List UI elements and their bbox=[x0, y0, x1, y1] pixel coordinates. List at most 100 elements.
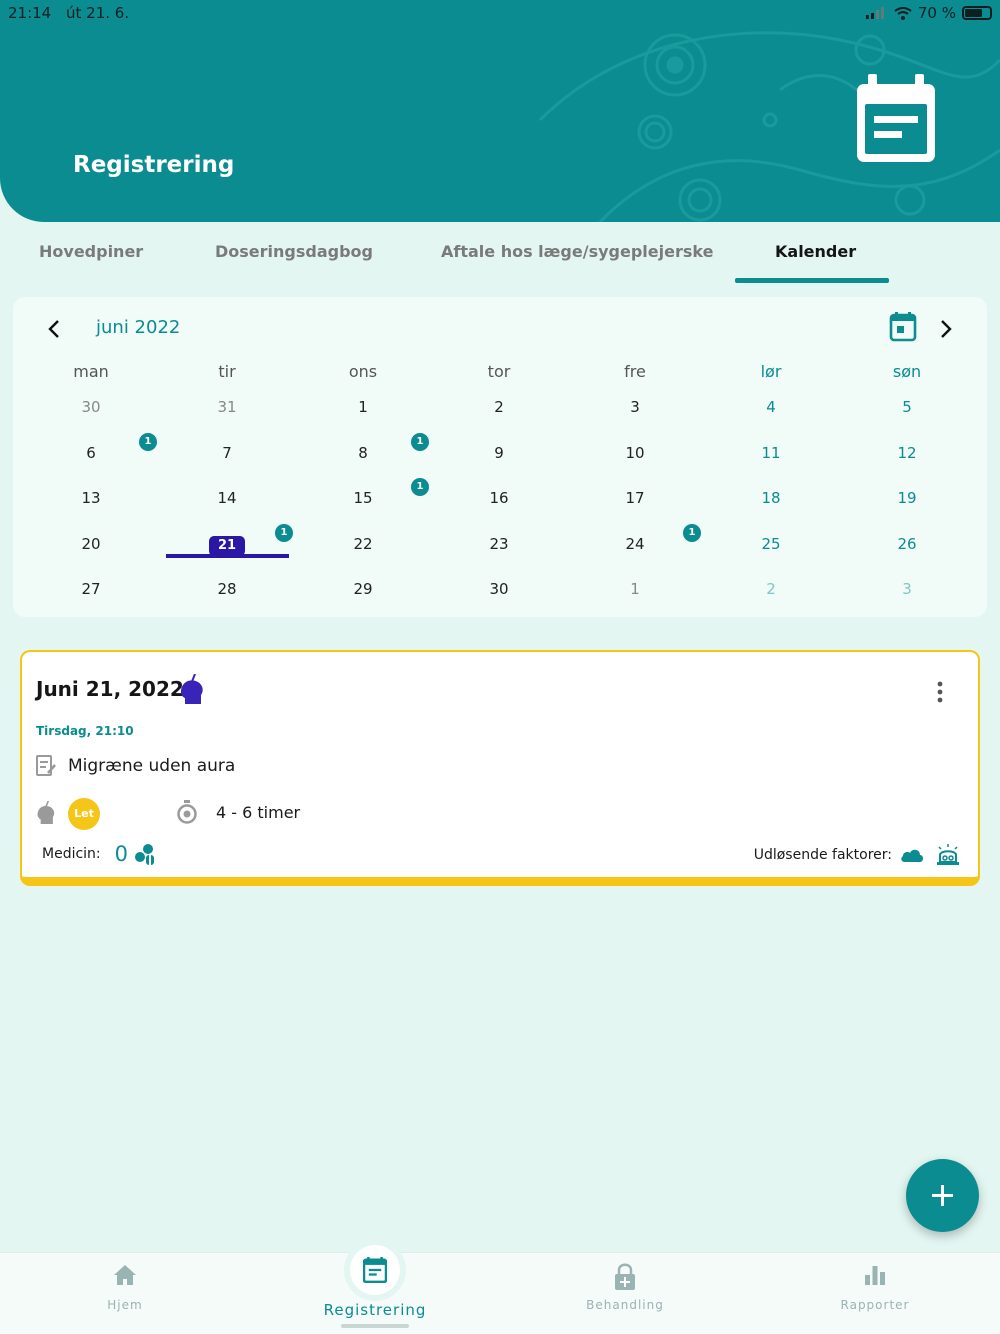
status-time: 21:14 bbox=[8, 4, 52, 22]
event-card[interactable]: Juni 21, 2022 Tirsdag, 21:10 Migræne ude… bbox=[20, 650, 980, 886]
calendar-note-icon bbox=[363, 1257, 387, 1283]
calendar-day[interactable]: 6 bbox=[61, 438, 121, 468]
head-pain-icon bbox=[37, 801, 55, 824]
nav-behandling-label: Behandling bbox=[586, 1298, 664, 1312]
calendar-day[interactable]: 15 bbox=[333, 483, 393, 513]
calendar-day-outside[interactable]: 2 bbox=[741, 574, 801, 604]
calendar-day[interactable]: 25 bbox=[741, 529, 801, 559]
pills-icon bbox=[135, 844, 155, 865]
calendar-day[interactable]: 3 bbox=[605, 392, 665, 422]
calendar-day[interactable]: 12 bbox=[877, 438, 937, 468]
today-chip: 21 bbox=[208, 536, 246, 556]
next-month-button[interactable] bbox=[938, 319, 954, 339]
weekday-fre: fre bbox=[624, 362, 646, 381]
calendar-day[interactable]: 11 bbox=[741, 438, 801, 468]
calendar-day[interactable]: 28 bbox=[197, 574, 257, 604]
event-duration: 4 - 6 timer bbox=[216, 802, 301, 822]
nav-active-bubble bbox=[344, 1239, 406, 1301]
triggers-label: Udløsende faktorer: bbox=[753, 847, 892, 863]
battery-percent: 70 % bbox=[917, 4, 956, 22]
calendar-day[interactable]: 18 bbox=[741, 483, 801, 513]
event-weekday-time: Tirsdag, 21:10 bbox=[36, 724, 134, 738]
calendar-day-outside[interactable]: 3 bbox=[877, 574, 937, 604]
calendar-day[interactable]: 1 bbox=[333, 392, 393, 422]
event-count-badge: 1 bbox=[683, 524, 701, 542]
nav-registrering-label: Registrering bbox=[323, 1301, 427, 1319]
calendar-day[interactable]: 22 bbox=[333, 529, 393, 559]
calendar-day[interactable]: 24 bbox=[605, 529, 665, 559]
previous-month-button[interactable] bbox=[46, 319, 62, 339]
tab-kalender[interactable]: Kalender bbox=[775, 242, 856, 261]
signal-icon bbox=[865, 7, 884, 19]
nav-hjem[interactable]: Hjem bbox=[0, 1253, 250, 1334]
duration-row: 4 - 6 timer bbox=[176, 800, 300, 824]
page-title: Registrering bbox=[73, 152, 235, 178]
calendar-day[interactable]: 5 bbox=[877, 392, 937, 422]
calendar-day[interactable]: 30 bbox=[469, 574, 529, 604]
calendar-today-icon[interactable] bbox=[889, 312, 917, 342]
nav-rapporter[interactable]: Rapporter bbox=[750, 1253, 1000, 1334]
weekday-tor: tor bbox=[487, 362, 511, 381]
calendar-day[interactable]: 9 bbox=[469, 438, 529, 468]
tab-hovedpiner[interactable]: Hovedpiner bbox=[39, 242, 143, 261]
event-type-row: Migræne uden aura bbox=[36, 755, 235, 777]
status-bar: 21:14 út 21. 6. 70 % bbox=[8, 4, 992, 24]
note-edit-icon bbox=[36, 755, 56, 776]
nav-behandling[interactable]: Behandling bbox=[500, 1253, 750, 1334]
alarm-light-icon bbox=[937, 844, 959, 865]
calendar-day[interactable]: 21 bbox=[197, 529, 257, 559]
calendar-day[interactable]: 26 bbox=[877, 529, 937, 559]
home-icon bbox=[114, 1265, 136, 1285]
event-date: Juni 21, 2022 bbox=[36, 677, 184, 701]
battery-icon bbox=[962, 6, 992, 20]
weekday-ons: ons bbox=[348, 362, 378, 381]
app-header: 21:14 út 21. 6. 70 % Registrering bbox=[0, 0, 1000, 222]
calendar: juni 2022 man tir ons tor fre lør søn 30 31 1 2 3 4 5… bbox=[13, 297, 987, 617]
weekday-man: man bbox=[73, 362, 109, 381]
calendar-day[interactable]: 19 bbox=[877, 483, 937, 513]
calendar-day[interactable]: 10 bbox=[605, 438, 665, 468]
nav-registrering[interactable]: Registrering bbox=[250, 1239, 500, 1334]
calendar-day[interactable]: 23 bbox=[469, 529, 529, 559]
calendar-day-outside[interactable]: 30 bbox=[61, 392, 121, 422]
nav-rapporter-label: Rapporter bbox=[840, 1298, 910, 1312]
calendar-day[interactable]: 27 bbox=[61, 574, 121, 604]
calendar-day-outside[interactable]: 1 bbox=[605, 574, 665, 604]
medicine-row: Medicin: 0 bbox=[42, 842, 156, 866]
calendar-day[interactable]: 14 bbox=[197, 483, 257, 513]
stopwatch-icon bbox=[177, 800, 197, 824]
nav-active-indicator bbox=[341, 1324, 409, 1328]
event-type: Migræne uden aura bbox=[68, 756, 236, 776]
calendar-day-outside[interactable]: 31 bbox=[197, 392, 257, 422]
calendar-day[interactable]: 20 bbox=[61, 529, 121, 559]
calendar-day[interactable]: 2 bbox=[469, 392, 529, 422]
event-count-badge: 1 bbox=[411, 433, 429, 451]
event-count-badge: 1 bbox=[275, 524, 293, 542]
tab-doseringsdagbog[interactable]: Doseringsdagbog bbox=[215, 242, 373, 261]
lock-plus-icon bbox=[615, 1263, 635, 1290]
status-date: út 21. 6. bbox=[66, 4, 130, 22]
calendar-day[interactable]: 29 bbox=[333, 574, 393, 604]
calendar-day[interactable]: 8 bbox=[333, 438, 393, 468]
more-options-icon[interactable] bbox=[934, 680, 946, 704]
add-registration-button[interactable] bbox=[906, 1159, 979, 1232]
plus-icon bbox=[932, 1185, 953, 1206]
calendar-day[interactable]: 7 bbox=[197, 438, 257, 468]
calendar-day[interactable]: 13 bbox=[61, 483, 121, 513]
bar-chart-icon bbox=[865, 1266, 885, 1285]
cloud-icon bbox=[901, 849, 923, 862]
medicine-label: Medicin: bbox=[42, 846, 101, 862]
nav-hjem-label: Hjem bbox=[107, 1298, 143, 1312]
weekday-søn: søn bbox=[892, 362, 922, 381]
calendar-day[interactable]: 17 bbox=[605, 483, 665, 513]
wifi-icon bbox=[894, 6, 912, 20]
weekday-lør: lør bbox=[760, 362, 782, 381]
triggers-row: Udløsende faktorer: bbox=[754, 844, 960, 866]
calendar-day[interactable]: 16 bbox=[469, 483, 529, 513]
calendar-day[interactable]: 4 bbox=[741, 392, 801, 422]
tab-aftale[interactable]: Aftale hos læge/sygeplejerske bbox=[441, 242, 713, 261]
event-count-badge: 1 bbox=[139, 433, 157, 451]
migraine-head-icon bbox=[180, 674, 203, 704]
event-count-badge: 1 bbox=[411, 478, 429, 496]
month-label[interactable]: juni 2022 bbox=[96, 317, 180, 338]
